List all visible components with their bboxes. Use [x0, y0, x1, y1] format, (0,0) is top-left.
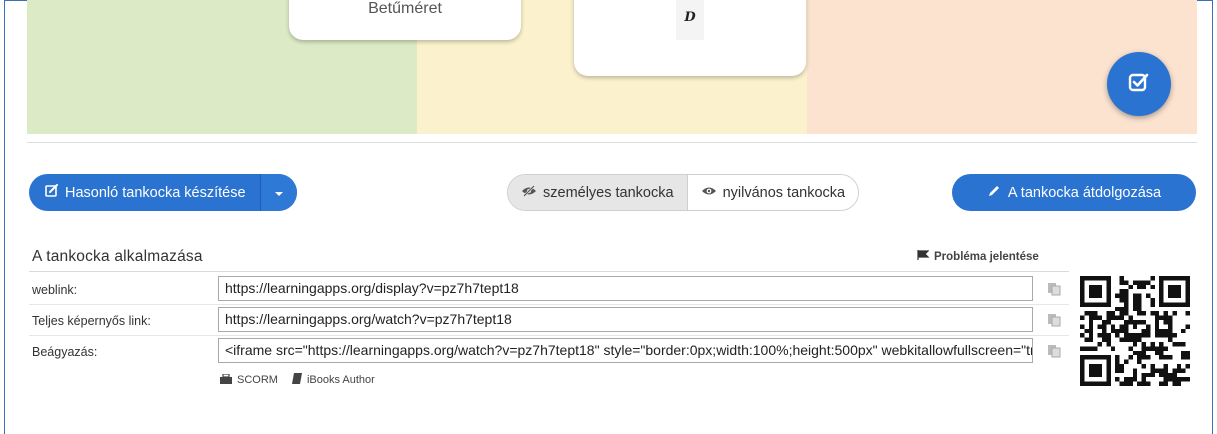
- ibooks-author-link[interactable]: iBooks Author: [291, 373, 375, 387]
- public-toggle-button[interactable]: nyilvános tankocka: [687, 175, 859, 210]
- report-label: Probléma jelentése: [934, 250, 1039, 263]
- link-row-weblink: weblink: https://learningapps.org/displa…: [29, 274, 1069, 305]
- embed-code-field[interactable]: <iframe src="https://learningapps.org/wa…: [218, 338, 1033, 363]
- weblink-field[interactable]: https://learningapps.org/display?v=pz7h7…: [218, 276, 1033, 301]
- preview-banner: Betűméret D: [27, 0, 1197, 134]
- scorm-label: SCORM: [237, 374, 278, 386]
- create-similar-label: Hasonló tankocka készítése: [65, 184, 246, 201]
- clipboard-icon[interactable]: [1047, 313, 1061, 327]
- visibility-toggle: személyes tankocka nyilvános tankocka: [507, 174, 860, 211]
- usage-section-title: A tankocka alkalmazása: [32, 248, 203, 265]
- eye-icon: [701, 185, 717, 201]
- public-label: nyilvános tankocka: [722, 184, 846, 201]
- rework-app-button[interactable]: A tankocka átdolgozása: [952, 174, 1196, 211]
- flag-icon: [917, 250, 930, 263]
- clipboard-icon[interactable]: [1047, 344, 1061, 358]
- book-icon: [291, 373, 302, 387]
- section-divider: [27, 142, 1197, 143]
- eye-slash-icon: [521, 184, 537, 201]
- check-fab-button[interactable]: [1107, 52, 1171, 116]
- caret-down-icon: [274, 184, 284, 202]
- scorm-link[interactable]: SCORM: [220, 372, 278, 387]
- fullscreen-link-label: Teljes képernyős link:: [32, 314, 151, 328]
- preview-glyph: D: [676, 0, 704, 40]
- private-label: személyes tankocka: [543, 184, 674, 201]
- table-top-border: [29, 271, 1069, 272]
- link-row-embed: Beágyazás: <iframe src="https://learning…: [29, 336, 1069, 367]
- create-similar-split-button[interactable]: Hasonló tankocka készítése: [29, 174, 297, 211]
- report-problem-link[interactable]: Probléma jelentése: [917, 250, 1039, 263]
- private-toggle-button[interactable]: személyes tankocka: [508, 175, 688, 210]
- fullscreen-link-field[interactable]: https://learningapps.org/watch?v=pz7h7te…: [218, 307, 1033, 332]
- link-row-fullscreen: Teljes képernyős link: https://learninga…: [29, 305, 1069, 336]
- preview-card-font-size[interactable]: Betűméret: [289, 0, 521, 40]
- embed-label: Beágyazás:: [32, 345, 98, 359]
- clipboard-icon[interactable]: [1047, 282, 1061, 296]
- preview-card-title: Betűméret: [368, 0, 442, 17]
- pencil-icon: [987, 184, 1001, 202]
- export-links: SCORM iBooks Author: [220, 372, 375, 387]
- check-square-icon: [1127, 70, 1151, 99]
- edit-square-icon: [45, 183, 59, 202]
- weblink-label: weblink:: [32, 283, 78, 297]
- qr-code-icon: [1080, 276, 1190, 386]
- rework-label: A tankocka átdolgozása: [1007, 184, 1162, 201]
- ibooks-label: iBooks Author: [306, 374, 375, 386]
- package-icon: [220, 372, 232, 387]
- preview-card-glyph[interactable]: D: [574, 0, 806, 76]
- create-similar-button[interactable]: Hasonló tankocka készítése: [29, 174, 260, 211]
- create-similar-dropdown-button[interactable]: [260, 174, 297, 211]
